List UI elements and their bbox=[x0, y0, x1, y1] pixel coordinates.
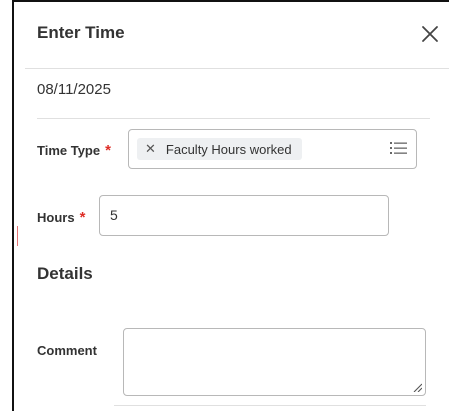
close-button[interactable] bbox=[418, 22, 442, 46]
hours-input[interactable]: 5 bbox=[99, 195, 389, 236]
details-section-title: Details bbox=[37, 264, 93, 283]
comment-textarea[interactable] bbox=[123, 328, 426, 396]
dialog-title: Enter Time bbox=[37, 23, 125, 42]
hours-label: Hours * bbox=[37, 209, 85, 226]
window-edge-top bbox=[12, 0, 449, 2]
required-marker: * bbox=[79, 209, 86, 226]
time-type-label: Time Type * bbox=[37, 142, 111, 159]
list-icon[interactable] bbox=[390, 140, 407, 156]
entry-date: 08/11/2025 bbox=[37, 81, 111, 98]
resize-handle-icon[interactable] bbox=[412, 382, 422, 392]
background-edge-mark bbox=[17, 226, 18, 246]
hours-label-text: Hours bbox=[37, 210, 75, 225]
close-icon bbox=[422, 26, 438, 42]
header-divider bbox=[25, 68, 449, 69]
remove-icon[interactable]: ✕ bbox=[145, 141, 156, 157]
comment-label: Comment bbox=[37, 343, 97, 358]
hours-value: 5 bbox=[110, 207, 118, 223]
date-divider bbox=[37, 118, 430, 119]
time-type-field[interactable]: ✕ Faculty Hours worked bbox=[128, 129, 417, 169]
window-edge-left bbox=[12, 0, 14, 411]
time-type-selected-value: Faculty Hours worked bbox=[165, 141, 292, 157]
required-marker: * bbox=[105, 142, 111, 159]
time-type-selected-pill: ✕ Faculty Hours worked bbox=[137, 138, 302, 160]
bottom-divider bbox=[114, 405, 426, 406]
time-type-label-text: Time Type bbox=[37, 143, 101, 158]
